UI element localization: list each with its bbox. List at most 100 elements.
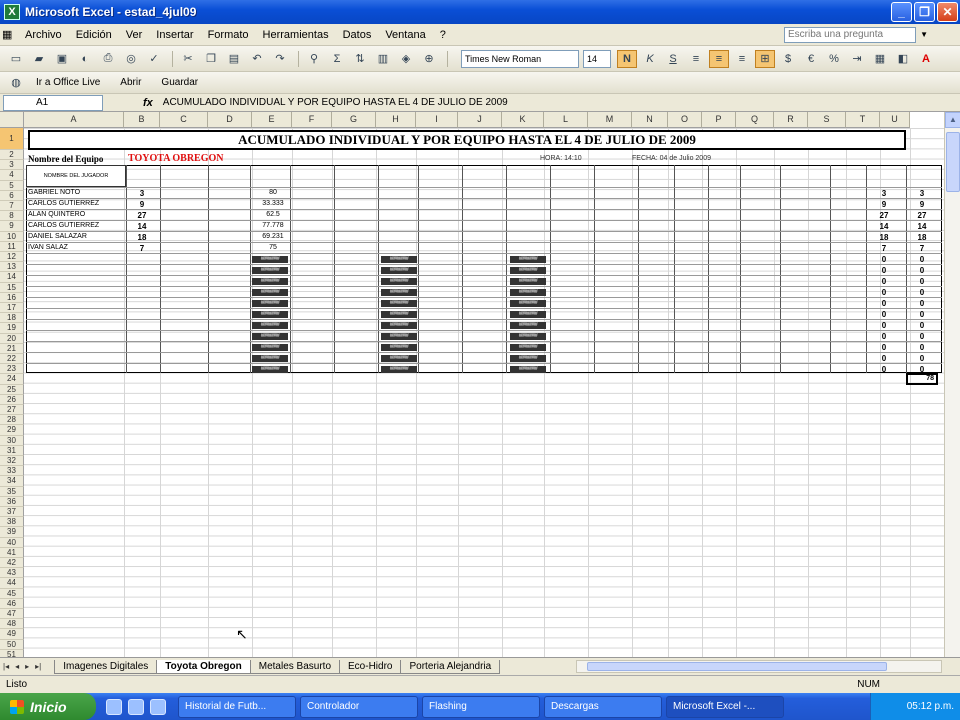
overflow-cell[interactable]: ######## <box>252 267 288 274</box>
overflow-cell[interactable]: ######## <box>510 267 546 274</box>
overflow-cell[interactable]: ######## <box>381 366 417 373</box>
row-header-32[interactable]: 32 <box>0 456 24 467</box>
row-header-12[interactable]: 12 <box>0 252 24 263</box>
row-header-24[interactable]: 24 <box>0 374 24 385</box>
column-header-o[interactable]: O <box>668 112 702 128</box>
total-points-cell[interactable]: 0 <box>874 332 894 341</box>
italic-icon[interactable]: K <box>640 50 660 68</box>
player-name-cell[interactable]: IVAN SALAZ <box>28 244 124 251</box>
row-header-35[interactable]: 35 <box>0 486 24 497</box>
player-name-cell[interactable]: CARLOS GUTIERREZ <box>28 200 124 207</box>
office-live-icon[interactable]: ◍ <box>6 74 26 92</box>
menu-edicion[interactable]: Edición <box>69 29 119 41</box>
overflow-cell[interactable]: ######## <box>510 322 546 329</box>
menu-datos[interactable]: Datos <box>336 29 379 41</box>
menu-archivo[interactable]: Archivo <box>18 29 69 41</box>
row-header-49[interactable]: 49 <box>0 629 24 640</box>
team-total-cell[interactable]: 0 <box>912 255 932 264</box>
quicklaunch-ie-icon[interactable] <box>106 698 122 715</box>
row-header-14[interactable]: 14 <box>0 272 24 283</box>
row-header-20[interactable]: 20 <box>0 333 24 344</box>
row-header-10[interactable]: 10 <box>0 231 24 242</box>
font-size-select[interactable]: 14 <box>583 49 611 68</box>
column-header-d[interactable]: D <box>208 112 252 128</box>
row-header-27[interactable]: 27 <box>0 405 24 416</box>
row-header-47[interactable]: 47 <box>0 609 24 620</box>
team-total-cell[interactable]: 0 <box>912 343 932 352</box>
permission-icon[interactable]: ◐ <box>75 50 95 68</box>
excel-app-icon[interactable]: X <box>4 4 20 20</box>
fill-color-icon[interactable]: ◧ <box>893 50 913 68</box>
row-header-25[interactable]: 25 <box>0 384 24 395</box>
column-header-b[interactable]: B <box>124 112 160 128</box>
team-label[interactable]: Nombre del Equipo <box>28 154 103 164</box>
total-points-cell[interactable]: 0 <box>874 255 894 264</box>
overflow-cell[interactable]: ######## <box>510 278 546 285</box>
column-header-r[interactable]: R <box>774 112 808 128</box>
team-total-cell[interactable]: 27 <box>912 211 932 220</box>
overflow-cell[interactable]: ######## <box>510 300 546 307</box>
row-header-34[interactable]: 34 <box>0 476 24 487</box>
last-sheet-icon[interactable]: ▸| <box>32 662 44 671</box>
games-cell[interactable]: 9 <box>132 200 152 209</box>
team-total-cell[interactable]: 0 <box>912 288 932 297</box>
spreadsheet-grid[interactable]: ABCDEFGHIJKLMNOPQRSTU 1 2 3 4 5 6 7 8 9 10 11 12 13 1… <box>0 112 944 657</box>
total-points-cell[interactable]: 0 <box>874 354 894 363</box>
games-cell[interactable]: 27 <box>132 211 152 220</box>
team-total-cell[interactable]: 9 <box>912 200 932 209</box>
overflow-cell[interactable]: ######## <box>510 256 546 263</box>
help-question-input[interactable]: Escriba una pregunta <box>784 27 916 43</box>
total-points-cell[interactable]: 7 <box>874 244 894 253</box>
total-points-cell[interactable]: 27 <box>874 211 894 220</box>
row-header-37[interactable]: 37 <box>0 507 24 518</box>
games-cell[interactable]: 7 <box>132 244 152 253</box>
overflow-cell[interactable]: ######## <box>252 333 288 340</box>
team-name[interactable]: TOYOTA OBREGON <box>128 153 223 164</box>
currency-icon[interactable]: $ <box>778 50 798 68</box>
menu-ver[interactable]: Ver <box>119 29 150 41</box>
task-excel[interactable]: Microsoft Excel -... <box>666 695 784 718</box>
column-header-j[interactable]: J <box>458 112 502 128</box>
menu-herramientas[interactable]: Herramientas <box>256 29 336 41</box>
column-header-i[interactable]: I <box>416 112 458 128</box>
open-button[interactable]: Abrir <box>113 75 148 90</box>
row-header-28[interactable]: 28 <box>0 415 24 426</box>
chevron-down-icon[interactable]: ▼ <box>920 30 928 39</box>
overflow-cell[interactable]: ######## <box>252 366 288 373</box>
team-total-cell[interactable]: 18 <box>912 233 932 242</box>
team-total-cell[interactable]: 0 <box>912 310 932 319</box>
tab-porteria-alejandria[interactable]: Porteria Alejandria <box>400 659 501 674</box>
team-total-cell[interactable]: 0 <box>912 321 932 330</box>
total-cell[interactable]: 78 <box>906 373 938 385</box>
total-points-cell[interactable]: 18 <box>874 233 894 242</box>
tab-imagenes-digitales[interactable]: Imagenes Digitales <box>54 659 158 674</box>
task-flashing[interactable]: Flashing <box>422 695 540 718</box>
indent-icon[interactable]: ⇥ <box>847 50 867 68</box>
team-total-cell[interactable]: 0 <box>912 299 932 308</box>
column-header-u[interactable]: U <box>880 112 910 128</box>
row-header-30[interactable]: 30 <box>0 435 24 446</box>
drawing-icon[interactable]: ◈ <box>396 50 416 68</box>
spelling-icon[interactable]: ✓ <box>144 50 164 68</box>
row-header-7[interactable]: 7 <box>0 201 24 212</box>
games-cell[interactable]: 3 <box>132 189 152 198</box>
vertical-scrollbar[interactable]: ▲ <box>944 112 960 657</box>
row-header-31[interactable]: 31 <box>0 445 24 456</box>
overflow-cell[interactable]: ######## <box>381 322 417 329</box>
row-header-33[interactable]: 33 <box>0 466 24 477</box>
team-total-cell[interactable]: 0 <box>912 266 932 275</box>
row-header-39[interactable]: 39 <box>0 527 24 538</box>
column-header-s[interactable]: S <box>808 112 846 128</box>
overflow-cell[interactable]: ######## <box>510 366 546 373</box>
total-points-cell[interactable]: 0 <box>874 299 894 308</box>
row-header-11[interactable]: 11 <box>0 241 24 252</box>
total-points-cell[interactable]: 0 <box>874 343 894 352</box>
total-points-cell[interactable]: 0 <box>874 365 894 374</box>
overflow-cell[interactable]: ######## <box>252 300 288 307</box>
save-icon[interactable]: ▣ <box>52 50 72 68</box>
overflow-cell[interactable]: ######## <box>381 333 417 340</box>
row-header-40[interactable]: 40 <box>0 537 24 548</box>
task-historial[interactable]: Historial de Futb... <box>178 695 296 718</box>
total-points-cell[interactable]: 9 <box>874 200 894 209</box>
player-name-cell[interactable]: DANIEL SALAZAR <box>28 233 124 240</box>
